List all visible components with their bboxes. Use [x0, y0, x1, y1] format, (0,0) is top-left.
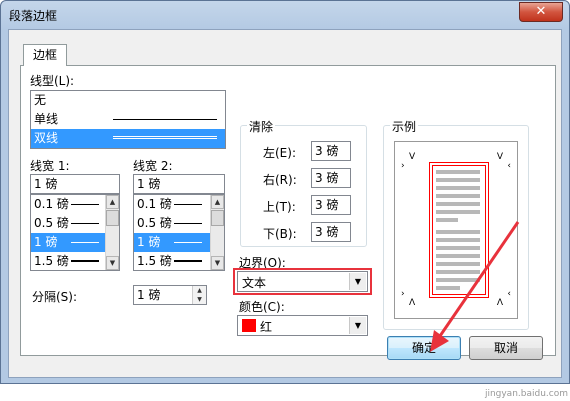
- tab-border[interactable]: 边框: [23, 44, 67, 66]
- watermark: jingyan.baidu.com: [484, 389, 568, 399]
- annotation-arrow-icon: [430, 221, 520, 352]
